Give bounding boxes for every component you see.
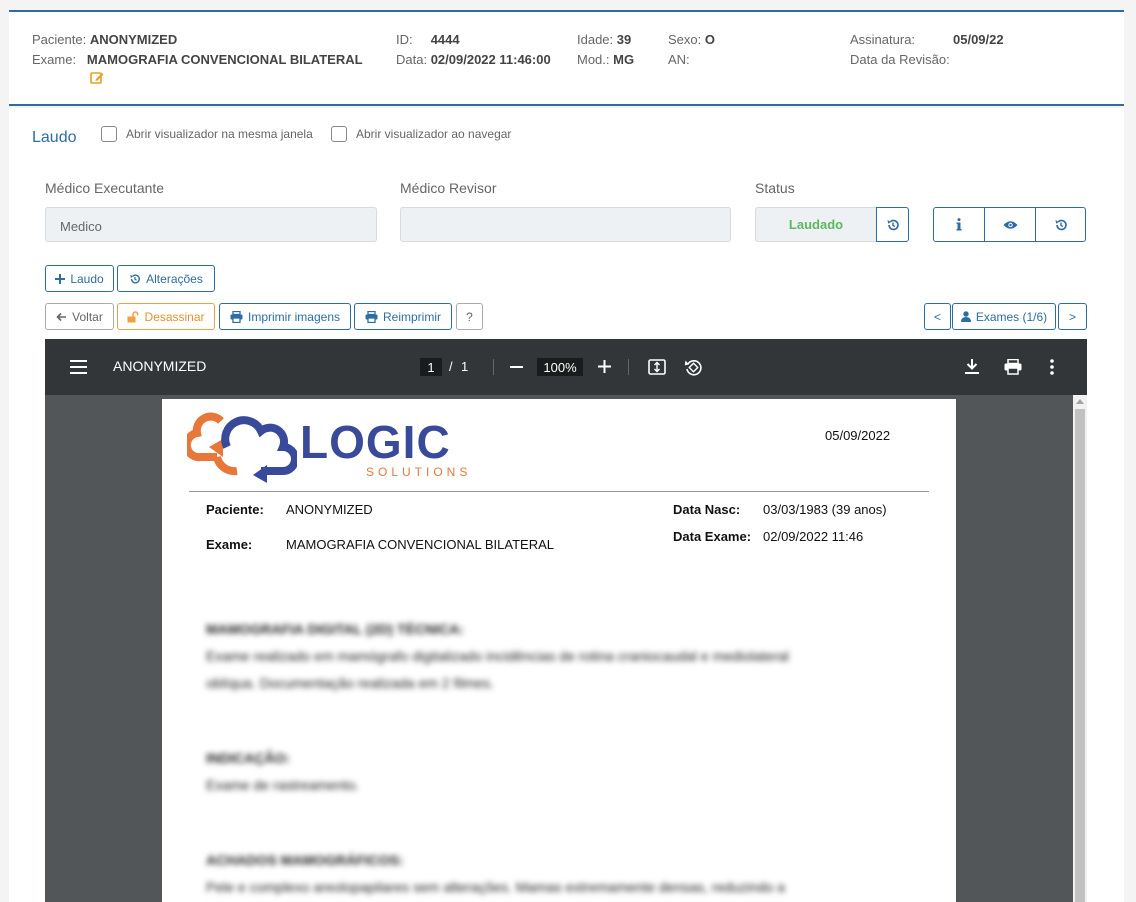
revision-date-label: Data da Revisão: <box>850 52 950 67</box>
medico-revisor-label: Médico Revisor <box>400 180 497 196</box>
id-field: ID: 4444 <box>396 32 460 47</box>
signature-value: 05/09/22 <box>953 32 1004 47</box>
history-icon <box>1055 219 1067 230</box>
more-options-icon[interactable] <box>1050 359 1054 375</box>
scroll-thumb[interactable] <box>1075 409 1085 902</box>
info-button[interactable] <box>933 207 985 242</box>
pdf-scrollbar[interactable] <box>1073 395 1087 902</box>
birth-date-label: Data Nasc: <box>673 502 741 517</box>
pdf-title: ANONYMIZED <box>113 358 207 374</box>
status-history-button[interactable] <box>876 207 909 242</box>
view-button[interactable] <box>984 207 1036 242</box>
menu-icon[interactable] <box>70 360 87 374</box>
patient-value: ANONYMIZED <box>286 502 373 517</box>
toolbar-divider <box>628 359 629 375</box>
print-icon <box>230 310 243 323</box>
eye-icon <box>1003 220 1017 229</box>
date-field: Data: 02/09/2022 11:46:00 <box>396 52 551 67</box>
header-divider <box>189 491 929 492</box>
report-date: 05/09/2022 <box>825 428 891 443</box>
medico-executante-input[interactable]: Medico <box>45 207 377 242</box>
pdf-page: LOGIC SOLUTIONS 05/09/2022 Paciente: ANO… <box>162 399 956 902</box>
modality-field: Mod.: MG <box>577 52 635 67</box>
patient-header: Paciente: ANONYMIZED Exame: MAMOGRAFIA C… <box>9 10 1124 106</box>
an-field: AN: <box>668 52 690 67</box>
logo-subtitle: SOLUTIONS <box>366 465 472 479</box>
alteracoes-button[interactable]: Alterações <box>117 265 215 292</box>
logo-wordmark: LOGIC <box>300 416 451 468</box>
prev-exam-button[interactable]: < <box>924 303 951 330</box>
fit-page-icon[interactable] <box>648 359 666 375</box>
open-on-navigate-checkbox[interactable]: Abrir visualizador ao navegar <box>331 126 511 142</box>
next-exam-button[interactable]: > <box>1058 303 1087 330</box>
section-text: Exame realizado em mamógrafo digitalizad… <box>206 648 789 664</box>
birth-date-value: 03/03/1983 (39 anos) <box>763 502 887 517</box>
pdf-viewer: ANONYMIZED 1 / 1 100% LOGIC SOLUTIONS 05… <box>45 339 1087 902</box>
print-icon <box>365 310 378 323</box>
history-icon <box>887 219 899 230</box>
unlock-icon <box>127 310 139 322</box>
medico-revisor-input[interactable] <box>400 207 731 242</box>
laudo-panel: Laudo Abrir visualizador na mesma janela… <box>9 108 1124 902</box>
status-label: Status <box>755 180 795 196</box>
laudo-title: Laudo <box>32 129 77 146</box>
plus-icon <box>55 273 66 284</box>
download-icon[interactable] <box>965 359 979 375</box>
section-title: ACHADOS MAMOGRÁFICOS: <box>206 852 404 868</box>
exam-field: Exame: MAMOGRAFIA CONVENCIONAL BILATERAL <box>32 52 363 67</box>
page-separator: / <box>449 359 453 374</box>
section-text: Exame de rastreamento. <box>206 777 360 793</box>
logic-logo-icon <box>187 412 297 483</box>
history-icon <box>130 273 141 283</box>
age-field: Idade: 39 <box>577 32 632 47</box>
rotate-icon[interactable] <box>684 358 703 377</box>
exam-date-label: Data Exame: <box>673 529 752 544</box>
print-icon[interactable] <box>1004 359 1022 375</box>
user-icon <box>960 311 971 322</box>
page-total: 1 <box>461 359 469 374</box>
signature-label: Assinatura: <box>850 32 916 47</box>
arrow-left-icon <box>56 312 67 321</box>
section-text: oblíqua. Documentação realizada em 2 fil… <box>206 675 494 691</box>
section-title: MAMOGRAFIA DIGITAL (2D) TÉCNICA: <box>206 621 464 637</box>
section-title: INDICAÇÃO: <box>206 750 290 766</box>
pdf-toolbar: ANONYMIZED 1 / 1 100% <box>45 339 1087 395</box>
imprimir-imagens-button[interactable]: Imprimir imagens <box>219 303 351 330</box>
checkbox-box[interactable] <box>331 126 347 142</box>
scroll-up-arrow[interactable] <box>1076 399 1084 404</box>
exams-button[interactable]: Exames (1/6) <box>952 303 1056 330</box>
zoom-input[interactable]: 100% <box>537 358 583 376</box>
exam-label: Exame: <box>206 537 253 552</box>
exam-value: MAMOGRAFIA CONVENCIONAL BILATERAL <box>286 537 554 552</box>
zoom-out-icon[interactable] <box>510 366 523 368</box>
exam-date-value: 02/09/2022 11:46 <box>763 529 864 544</box>
patient-label: Paciente: <box>206 502 264 517</box>
status-value: Laudado <box>755 207 877 242</box>
medico-executante-label: Médico Executante <box>45 180 165 196</box>
zoom-in-icon[interactable] <box>598 360 611 373</box>
same-window-checkbox[interactable]: Abrir visualizador na mesma janela <box>101 126 313 142</box>
edit-icon[interactable] <box>89 70 105 86</box>
reimprimir-button[interactable]: Reimprimir <box>354 303 452 330</box>
toolbar-divider <box>493 359 494 375</box>
sex-field: Sexo: O <box>668 32 715 47</box>
section-text: Pele e complexo areolopapilares sem alte… <box>206 879 785 895</box>
voltar-button[interactable]: Voltar <box>45 303 114 330</box>
add-laudo-button[interactable]: Laudo <box>45 265 114 292</box>
history-button[interactable] <box>1035 207 1086 242</box>
help-button[interactable]: ? <box>456 303 483 330</box>
info-icon <box>956 218 962 231</box>
desassinar-button[interactable]: Desassinar <box>117 303 215 330</box>
page-number-input[interactable]: 1 <box>420 358 442 376</box>
patient-field: Paciente: ANONYMIZED <box>32 32 178 47</box>
checkbox-box[interactable] <box>101 126 117 142</box>
